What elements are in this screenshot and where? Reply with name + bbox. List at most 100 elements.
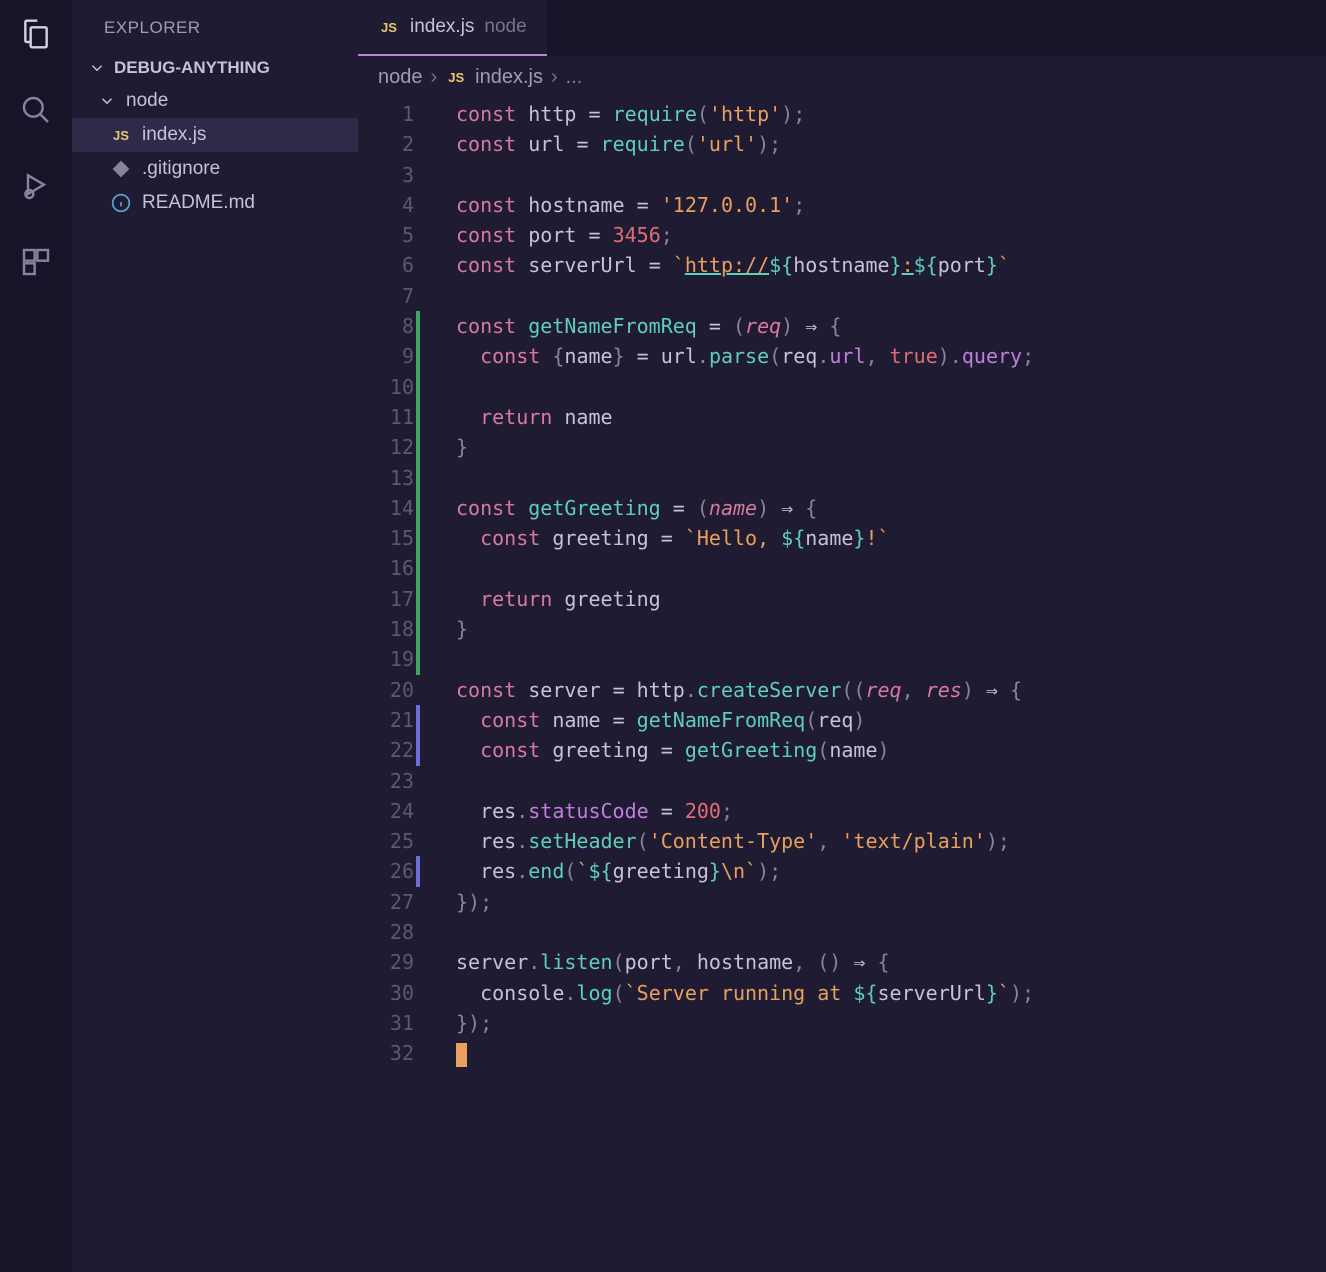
code-line[interactable]: return name bbox=[456, 402, 1326, 432]
extensions-icon[interactable] bbox=[18, 244, 54, 280]
code-line[interactable]: res.statusCode = 200; bbox=[456, 796, 1326, 826]
code-line[interactable]: const port = 3456; bbox=[456, 220, 1326, 250]
tree-file[interactable]: README.md bbox=[72, 186, 358, 220]
line-number: 30 bbox=[358, 978, 414, 1008]
line-number: 26 bbox=[358, 856, 414, 886]
chevron-down-icon bbox=[88, 59, 106, 77]
file-label: index.js bbox=[142, 124, 206, 146]
chevron-down-icon bbox=[98, 92, 116, 110]
file-label: .gitignore bbox=[142, 158, 220, 180]
line-number: 17 bbox=[358, 584, 414, 614]
code-line[interactable]: return greeting bbox=[456, 584, 1326, 614]
line-number: 27 bbox=[358, 887, 414, 917]
breadcrumb-part[interactable]: index.js bbox=[475, 66, 543, 89]
line-number: 6 bbox=[358, 250, 414, 280]
file-label: README.md bbox=[142, 192, 255, 214]
editor-main: JS index.js node node › JS index.js › ..… bbox=[358, 0, 1326, 1272]
line-number: 11 bbox=[358, 402, 414, 432]
tree-file[interactable]: JS index.js bbox=[72, 118, 358, 152]
chevron-right-icon: › bbox=[431, 66, 438, 89]
js-icon: JS bbox=[445, 67, 467, 89]
code-line[interactable] bbox=[456, 917, 1326, 947]
line-number: 24 bbox=[358, 796, 414, 826]
code-line[interactable]: console.log(`Server running at ${serverU… bbox=[456, 978, 1326, 1008]
line-number: 23 bbox=[358, 766, 414, 796]
line-number: 10 bbox=[358, 372, 414, 402]
line-number: 7 bbox=[358, 281, 414, 311]
code-line[interactable]: }); bbox=[456, 887, 1326, 917]
code-line[interactable] bbox=[456, 160, 1326, 190]
line-number: 9 bbox=[358, 341, 414, 371]
code-line[interactable] bbox=[456, 766, 1326, 796]
tab-index-js[interactable]: JS index.js node bbox=[358, 0, 547, 56]
chevron-right-icon: › bbox=[551, 66, 558, 89]
line-number: 14 bbox=[358, 493, 414, 523]
tab-desc: node bbox=[484, 16, 526, 38]
code-line[interactable]: }); bbox=[456, 1008, 1326, 1038]
code-line[interactable] bbox=[456, 553, 1326, 583]
tab-bar: JS index.js node bbox=[358, 0, 1326, 56]
activity-bar bbox=[0, 0, 72, 1272]
tab-label: index.js bbox=[410, 16, 474, 38]
line-number: 16 bbox=[358, 553, 414, 583]
line-number: 29 bbox=[358, 947, 414, 977]
code-line[interactable] bbox=[456, 372, 1326, 402]
line-number: 4 bbox=[358, 190, 414, 220]
debug-icon[interactable] bbox=[18, 168, 54, 204]
code-line[interactable]: } bbox=[456, 432, 1326, 462]
code-line[interactable]: const serverUrl = `http://${hostname}:${… bbox=[456, 250, 1326, 280]
search-icon[interactable] bbox=[18, 92, 54, 128]
line-number: 13 bbox=[358, 463, 414, 493]
code-line[interactable] bbox=[456, 1038, 1326, 1068]
line-number: 2 bbox=[358, 129, 414, 159]
code-line[interactable] bbox=[456, 281, 1326, 311]
tree-folder-node[interactable]: node bbox=[72, 84, 358, 118]
code-line[interactable]: const {name} = url.parse(req.url, true).… bbox=[456, 341, 1326, 371]
code-line[interactable]: const greeting = getGreeting(name) bbox=[456, 735, 1326, 765]
code-line[interactable]: const hostname = '127.0.0.1'; bbox=[456, 190, 1326, 220]
line-number: 3 bbox=[358, 160, 414, 190]
js-icon: JS bbox=[110, 124, 132, 146]
code-line[interactable]: const url = require('url'); bbox=[456, 129, 1326, 159]
breadcrumb-part[interactable]: ... bbox=[566, 66, 583, 89]
sidebar-section[interactable]: DEBUG-ANYTHING bbox=[72, 52, 358, 84]
folder-label: node bbox=[126, 90, 168, 112]
line-number: 22 bbox=[358, 735, 414, 765]
line-number: 31 bbox=[358, 1008, 414, 1038]
code-content[interactable]: const http = require('http');const url =… bbox=[428, 99, 1326, 1272]
code-line[interactable]: const server = http.createServer((req, r… bbox=[456, 675, 1326, 705]
line-number: 20 bbox=[358, 675, 414, 705]
js-icon: JS bbox=[378, 16, 400, 38]
line-number: 21 bbox=[358, 705, 414, 735]
tree-file[interactable]: .gitignore bbox=[72, 152, 358, 186]
sidebar-title: EXPLORER bbox=[72, 0, 358, 52]
line-number: 28 bbox=[358, 917, 414, 947]
breadcrumb-part[interactable]: node bbox=[378, 66, 423, 89]
line-number: 8 bbox=[358, 311, 414, 341]
sidebar: EXPLORER DEBUG-ANYTHING node JS index.js.… bbox=[72, 0, 358, 1272]
code-line[interactable]: const http = require('http'); bbox=[456, 99, 1326, 129]
code-line[interactable]: const getNameFromReq = (req) ⇒ { bbox=[456, 311, 1326, 341]
breadcrumb[interactable]: node › JS index.js › ... bbox=[358, 56, 1326, 99]
code-line[interactable]: const name = getNameFromReq(req) bbox=[456, 705, 1326, 735]
code-line[interactable]: const getGreeting = (name) ⇒ { bbox=[456, 493, 1326, 523]
code-line[interactable] bbox=[456, 463, 1326, 493]
git-icon bbox=[110, 158, 132, 180]
code-line[interactable]: const greeting = `Hello, ${name}!` bbox=[456, 523, 1326, 553]
code-editor[interactable]: 1234567891011121314151617181920212223242… bbox=[358, 99, 1326, 1272]
line-number: 15 bbox=[358, 523, 414, 553]
line-number: 19 bbox=[358, 644, 414, 674]
sidebar-section-label: DEBUG-ANYTHING bbox=[114, 58, 270, 78]
explorer-icon[interactable] bbox=[18, 16, 54, 52]
line-number: 1 bbox=[358, 99, 414, 129]
code-line[interactable]: server.listen(port, hostname, () ⇒ { bbox=[456, 947, 1326, 977]
info-icon bbox=[110, 192, 132, 214]
code-line[interactable] bbox=[456, 644, 1326, 674]
line-number: 32 bbox=[358, 1038, 414, 1068]
code-line[interactable]: res.setHeader('Content-Type', 'text/plai… bbox=[456, 826, 1326, 856]
code-line[interactable]: } bbox=[456, 614, 1326, 644]
line-number: 25 bbox=[358, 826, 414, 856]
code-line[interactable]: res.end(`${greeting}\n`); bbox=[456, 856, 1326, 886]
line-gutter: 1234567891011121314151617181920212223242… bbox=[358, 99, 428, 1272]
line-number: 12 bbox=[358, 432, 414, 462]
